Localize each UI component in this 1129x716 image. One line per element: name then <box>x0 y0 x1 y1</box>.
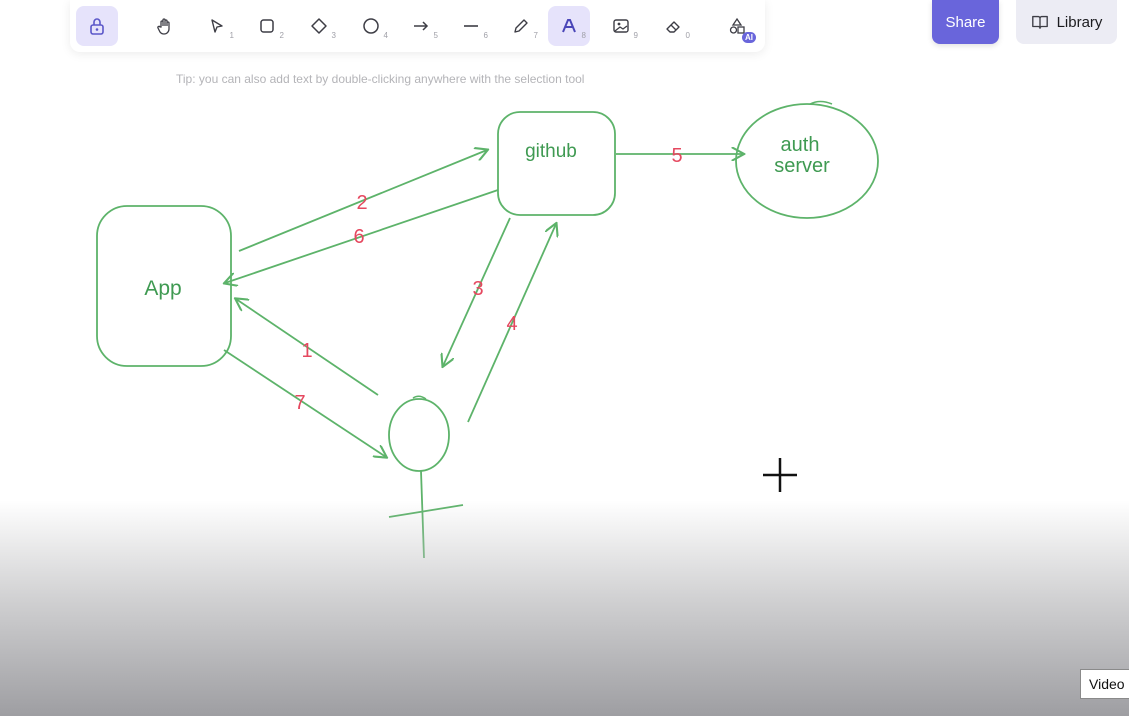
tool-shortcut: 0 <box>685 31 690 40</box>
step-label-1: 1 <box>301 340 312 362</box>
library-button[interactable]: Library <box>1016 0 1117 44</box>
book-icon <box>1031 15 1048 29</box>
tool-shortcut: 7 <box>533 31 538 40</box>
user-figure[interactable] <box>388 395 464 559</box>
auth-server-label-line1: auth <box>781 134 820 156</box>
step-label-4: 4 <box>506 313 517 335</box>
tool-ellipse[interactable]: 4 <box>350 6 392 46</box>
ai-badge: AI <box>742 32 756 43</box>
tool-shortcut: 6 <box>483 31 488 40</box>
tool-shortcut: 1 <box>229 31 234 40</box>
step-label-3: 3 <box>472 278 483 300</box>
eraser-icon <box>666 21 680 33</box>
video-label: Video <box>1080 669 1129 699</box>
tool-shortcut: 3 <box>331 31 336 40</box>
github-box[interactable] <box>497 111 616 216</box>
app-label: App <box>144 277 181 300</box>
crosshair-cursor <box>763 458 797 492</box>
pointer-icon <box>211 19 223 33</box>
step-label-7: 7 <box>294 392 305 414</box>
tool-eraser[interactable]: 0 <box>652 6 694 46</box>
tool-lock[interactable] <box>76 6 118 46</box>
rectangle-icon <box>260 19 274 33</box>
arrow-icon <box>414 21 429 31</box>
image-icon <box>613 19 629 33</box>
tool-shortcut: 4 <box>383 31 388 40</box>
share-button[interactable]: Share <box>932 0 999 44</box>
step-label-5: 5 <box>671 145 682 167</box>
library-label: Library <box>1056 13 1103 31</box>
tool-selection[interactable]: 1 <box>196 6 238 46</box>
line-icon <box>464 25 478 27</box>
text-icon <box>562 19 576 33</box>
tool-shortcut: 8 <box>581 31 586 40</box>
tool-rectangle[interactable]: 2 <box>246 6 288 46</box>
tool-text[interactable]: 8 <box>548 6 590 46</box>
github-label: github <box>525 141 577 162</box>
step-label-2: 2 <box>356 192 367 214</box>
tool-image[interactable]: 9 <box>600 6 642 46</box>
lock-icon <box>90 18 104 35</box>
tool-line[interactable]: 6 <box>450 6 492 46</box>
pencil-icon <box>514 19 528 33</box>
tool-more-shapes[interactable]: AI <box>716 6 758 46</box>
tool-shortcut: 5 <box>433 31 438 40</box>
drawing-canvas[interactable]: App github auth server 1 2 3 4 5 6 7 <box>0 0 1129 716</box>
diamond-icon <box>311 18 327 34</box>
shape-toolbar: 1 2 3 4 5 6 7 8 9 0 AI <box>70 0 765 52</box>
step-label-6: 6 <box>353 226 364 248</box>
tool-shortcut: 2 <box>279 31 284 40</box>
tool-diamond[interactable]: 3 <box>298 6 340 46</box>
hand-icon <box>157 18 170 35</box>
tool-shortcut: 9 <box>633 31 638 40</box>
tool-draw[interactable]: 7 <box>500 6 542 46</box>
tool-hand[interactable] <box>144 6 186 46</box>
auth-server-label-line2: server <box>774 155 830 177</box>
tool-arrow[interactable]: 5 <box>400 6 442 46</box>
canvas-tip: Tip: you can also add text by double-cli… <box>176 72 585 86</box>
ellipse-icon <box>363 18 379 34</box>
